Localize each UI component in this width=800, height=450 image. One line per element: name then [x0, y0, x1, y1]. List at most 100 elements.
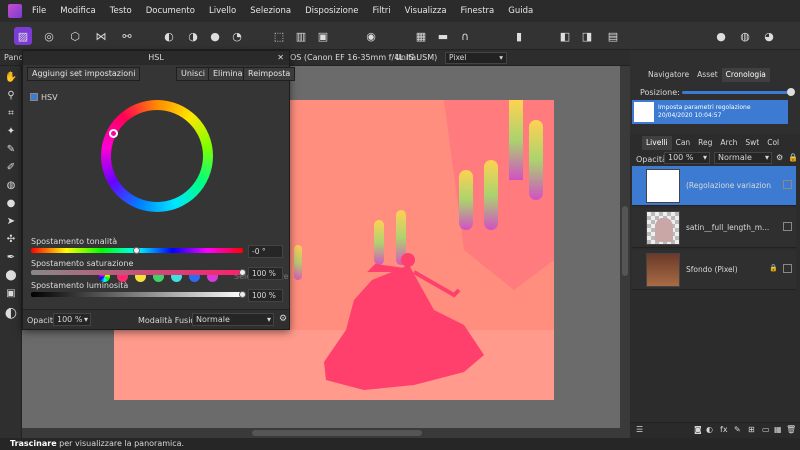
- color-wheel-icon[interactable]: ◐: [160, 27, 178, 45]
- menu-visualizza[interactable]: Visualizza: [405, 6, 447, 16]
- lock-icon[interactable]: 🔒: [769, 264, 778, 272]
- tab-swatches[interactable]: Swt: [741, 136, 763, 150]
- develop-persona-icon[interactable]: ⬡: [66, 27, 84, 45]
- menu-documento[interactable]: Documento: [146, 6, 195, 16]
- tab-canali[interactable]: Can: [672, 136, 695, 150]
- wheel-handle[interactable]: [109, 129, 118, 138]
- select-all-icon[interactable]: ▥: [292, 27, 310, 45]
- brush-icon[interactable]: ✎: [734, 425, 741, 434]
- hsl-panel-title-bar[interactable]: HSL ✕: [23, 51, 289, 65]
- horizontal-scrollbar[interactable]: [22, 428, 620, 438]
- adjustment-icon[interactable]: ◐: [706, 425, 713, 434]
- add-preset-button[interactable]: Aggiungi set impostazioni: [27, 67, 141, 81]
- tab-asset[interactable]: Asset: [693, 68, 722, 82]
- hsl-opacity-field[interactable]: 100 % ▾: [53, 313, 91, 326]
- layer-visibility-checkbox[interactable]: [783, 264, 792, 273]
- reset-button[interactable]: Reimposta: [243, 67, 296, 81]
- merge-button[interactable]: Unisci: [176, 67, 210, 81]
- luminosity-shift-slider[interactable]: [31, 291, 246, 298]
- photo-persona-icon[interactable]: ▨: [14, 27, 32, 45]
- quick-mask-icon[interactable]: ◉: [362, 27, 380, 45]
- saturation-shift-value[interactable]: 100 %: [248, 267, 283, 280]
- gear-icon[interactable]: ⚙: [279, 314, 287, 324]
- history-entry[interactable]: Imposta parametri regolazione 20/04/2020…: [632, 100, 788, 124]
- layer-row-adjustment[interactable]: (Regolazione variazion...: [632, 166, 796, 206]
- luminosity-shift-value[interactable]: 100 %: [248, 289, 283, 302]
- arrange-back-icon[interactable]: ◧: [556, 27, 574, 45]
- tab-livelli[interactable]: Livelli: [642, 136, 672, 150]
- saturation-shift-knob[interactable]: [239, 269, 246, 276]
- menu-seleziona[interactable]: Seleziona: [250, 6, 291, 16]
- vertical-scrollbar[interactable]: [620, 66, 630, 438]
- share-icon[interactable]: ◕: [760, 27, 778, 45]
- hue-shift-knob[interactable]: [133, 247, 140, 254]
- group-icon[interactable]: ⊞: [748, 425, 755, 434]
- unit-select[interactable]: Pixel ▾: [445, 52, 507, 64]
- fx-icon[interactable]: fx: [720, 425, 728, 434]
- tone-mapping-persona-icon[interactable]: ⋈: [92, 27, 110, 45]
- invert-selection-icon[interactable]: ▣: [314, 27, 332, 45]
- delete-button[interactable]: Elimina: [208, 67, 248, 81]
- close-icon[interactable]: ✕: [277, 51, 284, 65]
- add-layer-icon[interactable]: ▦: [774, 425, 782, 434]
- blend-mode-select[interactable]: Normale ▾: [192, 313, 274, 326]
- color-swatch-icon[interactable]: ◐: [4, 305, 18, 321]
- tab-cronologia[interactable]: Cronologia: [721, 68, 770, 82]
- white-balance-icon[interactable]: ◔: [228, 27, 246, 45]
- tab-regolazioni[interactable]: Reg: [694, 136, 716, 150]
- horizontal-scroll-thumb[interactable]: [252, 430, 422, 436]
- menu-finestra[interactable]: Finestra: [461, 6, 495, 16]
- menu-filtri[interactable]: Filtri: [372, 6, 390, 16]
- crop-tool-icon[interactable]: ⌗: [4, 106, 18, 120]
- history-position-slider[interactable]: [682, 88, 795, 96]
- layer-visibility-checkbox[interactable]: [783, 180, 792, 189]
- layer-visibility-checkbox[interactable]: [783, 222, 792, 231]
- history-position-knob[interactable]: [787, 88, 795, 96]
- hsl-icon[interactable]: ●: [206, 27, 224, 45]
- levels-icon[interactable]: ◑: [184, 27, 202, 45]
- vertical-scroll-thumb[interactable]: [622, 206, 628, 276]
- color-picker-icon[interactable]: ◍: [4, 178, 18, 192]
- layer-row-background[interactable]: Sfondo (Pixel) 🔒: [632, 250, 796, 290]
- paint-brush-icon[interactable]: ✐: [4, 160, 18, 174]
- hand-tool-icon[interactable]: ✋: [4, 70, 18, 84]
- align-icon[interactable]: ▤: [604, 27, 622, 45]
- menu-testo[interactable]: Testo: [110, 6, 132, 16]
- dodge-tool-icon[interactable]: ●: [4, 196, 18, 210]
- shape-tool-icon[interactable]: ▣: [4, 286, 18, 300]
- brush-options-icon[interactable]: ▮: [510, 27, 528, 45]
- vector-shape-icon[interactable]: ⬤: [4, 268, 18, 282]
- hue-shift-slider[interactable]: [31, 247, 243, 254]
- luminosity-shift-knob[interactable]: [239, 291, 246, 298]
- liquify-persona-icon[interactable]: ◎: [40, 27, 58, 45]
- lock-icon[interactable]: 🔒: [788, 153, 798, 162]
- menu-file[interactable]: File: [32, 6, 46, 16]
- saturation-shift-slider[interactable]: [31, 269, 246, 276]
- gear-icon[interactable]: ⚙: [776, 153, 783, 162]
- hue-shift-value[interactable]: -0 °: [248, 245, 283, 258]
- tab-archivio[interactable]: Arch: [716, 136, 741, 150]
- tab-navigatore[interactable]: Navigatore: [644, 68, 693, 82]
- menu-modifica[interactable]: Modifica: [60, 6, 96, 16]
- user-icon[interactable]: ●: [712, 27, 730, 45]
- tab-colore[interactable]: Col: [763, 136, 783, 150]
- zoom-tool-icon[interactable]: ⚲: [4, 88, 18, 102]
- folder-icon[interactable]: ▭: [762, 425, 770, 434]
- flood-select-icon[interactable]: ✎: [4, 142, 18, 156]
- menu-disposizione[interactable]: Disposizione: [305, 6, 358, 16]
- arrange-forward-icon[interactable]: ◨: [578, 27, 596, 45]
- menu-guida[interactable]: Guida: [508, 6, 533, 16]
- layers-blend-select[interactable]: Normale ▾: [714, 152, 772, 164]
- export-persona-icon[interactable]: ⚯: [118, 27, 136, 45]
- studio-link-icon[interactable]: ◍: [736, 27, 754, 45]
- layers-opacity-field[interactable]: 100 % ▾: [664, 152, 710, 164]
- mask-icon[interactable]: ◙: [694, 425, 702, 434]
- clone-tool-icon[interactable]: ✣: [4, 232, 18, 246]
- grid-icon[interactable]: ▦: [412, 27, 430, 45]
- pen-tool-icon[interactable]: ✒: [4, 250, 18, 264]
- layers-stack-icon[interactable]: ☰: [636, 425, 643, 434]
- menu-livello[interactable]: Livello: [209, 6, 236, 16]
- snapping-icon[interactable]: ∩: [456, 27, 474, 45]
- assistant-icon[interactable]: ▬: [434, 27, 452, 45]
- affinity-photo-logo-icon[interactable]: [8, 4, 22, 18]
